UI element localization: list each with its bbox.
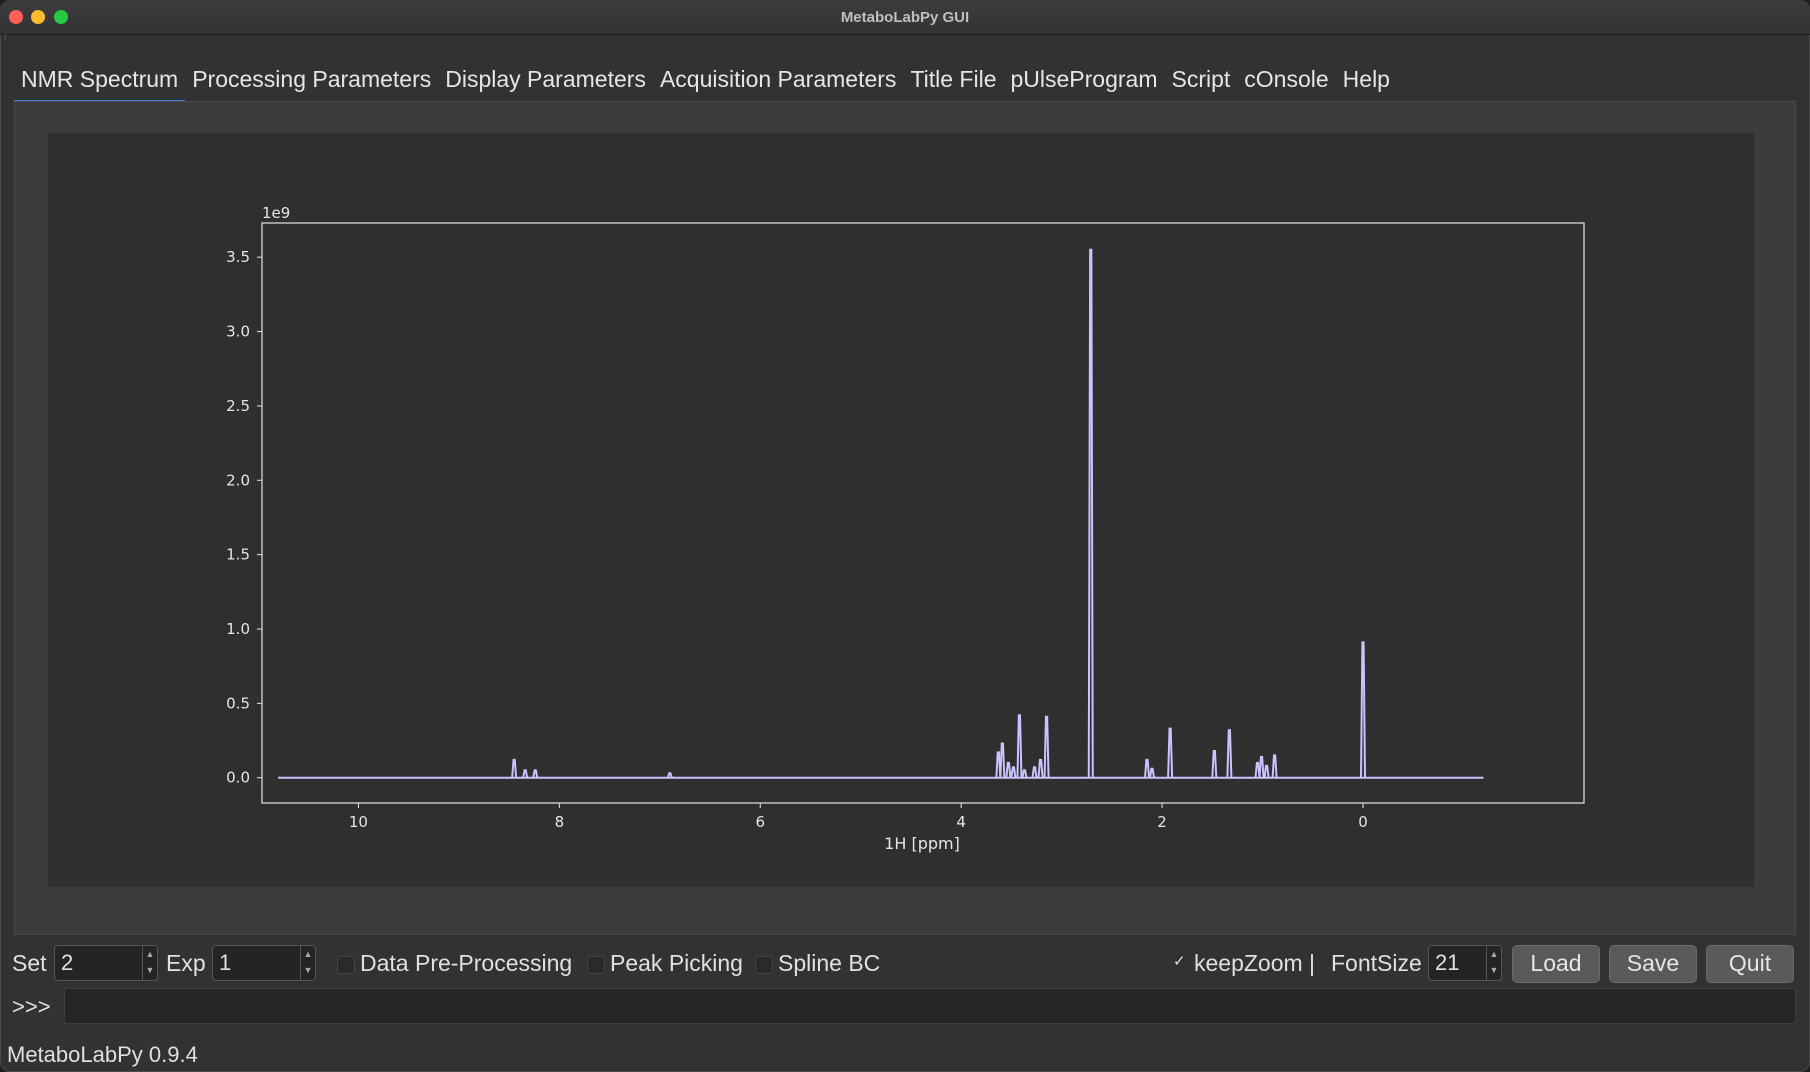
exp-label: Exp <box>166 950 206 976</box>
preprocessing-checkbox[interactable] <box>337 956 355 974</box>
spectrum-peak <box>522 769 529 778</box>
keepzoom-checkbox[interactable]: ✓ <box>1173 952 1189 970</box>
spectrum-peak <box>1021 769 1028 778</box>
x-tick-label: 6 <box>755 813 765 831</box>
x-tick-label: 8 <box>555 813 565 831</box>
tab-display-parameters[interactable]: Display Parameters <box>438 64 653 100</box>
control-bar: Set 2 ▲ ▼ Exp 1 ▲ ▼ Data Pre-Processing Pe… <box>0 944 1810 984</box>
y-tick-label: 2.0 <box>226 471 250 489</box>
fontsize-value: 21 <box>1435 950 1460 975</box>
spectrum-peak <box>1149 767 1156 778</box>
y-tick-label: 0.5 <box>226 694 250 712</box>
y-offset-label: 1e9 <box>262 204 290 222</box>
y-tick-label: 0.0 <box>226 769 250 787</box>
spline-bc-label[interactable]: Spline BC <box>778 950 880 977</box>
spectrum-peak <box>1010 766 1017 778</box>
load-button[interactable]: Load <box>1512 945 1600 983</box>
spectrum-peak <box>1263 764 1270 778</box>
tab-script[interactable]: Script <box>1165 64 1238 100</box>
tab-title-file[interactable]: Title File <box>903 64 1003 100</box>
spectrum-peak <box>1031 766 1038 778</box>
x-tick-label: 4 <box>956 813 966 831</box>
spectrum-peak <box>532 769 539 778</box>
preprocessing-label[interactable]: Data Pre-Processing <box>360 950 572 977</box>
window-title: MetaboLabPy GUI <box>840 9 970 26</box>
x-tick-label: 2 <box>1157 813 1167 831</box>
fontsize-spinbox[interactable]: 21 ▲ ▼ <box>1428 945 1502 981</box>
spectrum-peak <box>999 742 1006 778</box>
tab-console[interactable]: cOnsole <box>1237 64 1335 100</box>
main-window: MetaboLabPy GUI ⁞ NMR Spectrum Processin… <box>0 0 1810 1072</box>
tab-acquisition-parameters[interactable]: Acquisition Parameters <box>653 64 904 100</box>
title-bar: MetaboLabPy GUI <box>0 0 1810 35</box>
y-tick-label: 1.5 <box>226 546 250 564</box>
set-value: 2 <box>61 950 74 975</box>
toolbar-grip-icon[interactable]: ⁞ <box>4 34 10 48</box>
spectrum-peak <box>511 758 518 778</box>
x-tick-label: 0 <box>1358 813 1368 831</box>
console-prompt: >>> <box>12 994 51 1019</box>
spectrum-peak <box>1016 714 1023 778</box>
peak-picking-label[interactable]: Peak Picking <box>610 950 743 977</box>
spectrum-peak <box>1167 727 1174 778</box>
quit-button[interactable]: Quit <box>1706 945 1794 983</box>
y-tick-label: 3.0 <box>226 323 250 341</box>
plot-frame <box>261 222 1585 804</box>
spectrum-peak <box>1226 729 1233 778</box>
tab-pulse-program[interactable]: pUlseProgram <box>1004 64 1165 100</box>
spectrum-peak <box>1037 758 1044 778</box>
status-bar-text: MetaboLabPy 0.9.4 <box>7 1042 198 1067</box>
y-tick-label: 3.5 <box>226 248 250 266</box>
set-spinbox[interactable]: 2 ▲ ▼ <box>54 945 158 981</box>
exp-value: 1 <box>219 950 232 975</box>
spectrum-canvas[interactable]: 0.0 0.5 1.0 1.5 2.0 2.5 3.0 3.5 10 8 6 4 2 0 1e9 1H … <box>48 133 1754 887</box>
y-tick-label: 1.0 <box>226 620 250 638</box>
x-axis-label: 1H [ppm] <box>884 834 960 853</box>
spline-bc-checkbox[interactable] <box>755 956 773 974</box>
spectrum-peak <box>1144 758 1151 778</box>
spectrum-peak <box>1271 754 1278 778</box>
spectrum-chart[interactable]: 0.0 0.5 1.0 1.5 2.0 2.5 3.0 3.5 10 8 6 4 2 0 1e9 1H … <box>48 133 1754 887</box>
tab-processing-parameters[interactable]: Processing Parameters <box>185 64 438 100</box>
spectrum-peak <box>1087 248 1094 778</box>
tab-help[interactable]: Help <box>1336 64 1397 100</box>
spin-arrows-icon[interactable]: ▲ ▼ <box>1486 946 1501 980</box>
spectrum-peak <box>1211 749 1218 778</box>
y-tick-label: 2.5 <box>226 397 250 415</box>
spectrum-peak <box>1258 755 1265 778</box>
tab-nmr-spectrum[interactable]: NMR Spectrum <box>14 64 186 103</box>
spin-arrows-icon[interactable]: ▲ ▼ <box>142 946 157 980</box>
command-input[interactable] <box>64 988 1796 1024</box>
x-tick-label: 10 <box>349 813 368 831</box>
fontsize-label: FontSize <box>1331 950 1422 976</box>
spectrum-peak <box>1043 715 1050 778</box>
spectrum-peak <box>1359 641 1366 778</box>
exp-spinbox[interactable]: 1 ▲ ▼ <box>212 945 316 981</box>
tab-bar: NMR Spectrum Processing Parameters Displ… <box>14 64 1397 103</box>
peak-picking-checkbox[interactable] <box>587 956 605 974</box>
save-button[interactable]: Save <box>1609 945 1697 983</box>
spin-arrows-icon[interactable]: ▲ ▼ <box>300 946 315 980</box>
spectrum-peak <box>1005 761 1012 778</box>
keepzoom-label[interactable]: keepZoom | <box>1194 950 1315 977</box>
set-label: Set <box>12 950 47 976</box>
